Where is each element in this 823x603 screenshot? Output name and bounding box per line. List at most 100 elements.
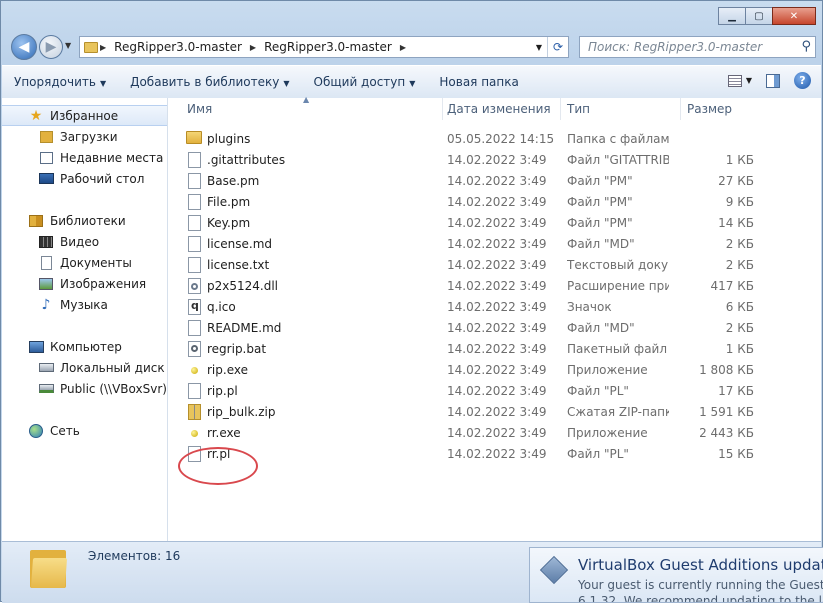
ico-file-icon xyxy=(188,299,201,315)
exe-file-icon xyxy=(188,362,201,378)
sidebar-item-documents[interactable]: Документы xyxy=(2,252,167,273)
address-dropdown-button[interactable]: ▼ xyxy=(530,37,548,57)
file-date: 14.02.2022 3:49 xyxy=(447,152,547,167)
address-bar[interactable]: ▶ RegRipper3.0-master ▶ RegRipper3.0-mas… xyxy=(79,36,569,58)
doc-file-icon xyxy=(188,152,201,168)
sidebar-item-label: Public (\\VBoxSvr) (Z:) xyxy=(60,381,167,396)
sidebar-item-desktop[interactable]: Рабочий стол xyxy=(2,168,167,189)
preview-pane-icon[interactable] xyxy=(766,73,780,88)
file-name: rr.pl xyxy=(207,446,231,461)
share-label: Общий доступ xyxy=(313,75,406,89)
search-input[interactable]: Поиск: RegRipper3.0-master ⚲ xyxy=(579,36,816,58)
add-to-library-label: Добавить в библиотеку xyxy=(130,75,280,89)
minimize-button[interactable]: ▁ xyxy=(718,7,746,25)
breadcrumb-segment[interactable]: RegRipper3.0-master xyxy=(258,40,398,54)
share-menu[interactable]: Общий доступ ▼ xyxy=(302,75,428,89)
file-type: Файл "MD" xyxy=(567,320,635,335)
file-type: Файл "PM" xyxy=(567,215,633,230)
organize-menu[interactable]: Упорядочить ▼ xyxy=(2,75,118,89)
close-button[interactable]: ✕ xyxy=(772,7,816,25)
table-row[interactable]: rip.exe 14.02.2022 3:49 Приложение 1 808 КБ xyxy=(173,359,793,380)
table-row[interactable]: Key.pm 14.02.2022 3:49 Файл "PM" 14 КБ xyxy=(173,212,793,233)
column-header-name[interactable]: Имя xyxy=(181,98,443,120)
file-name: p2x5124.dll xyxy=(207,278,278,293)
recent-pages-dropdown[interactable]: ▼ xyxy=(65,41,71,50)
file-size: 2 443 КБ xyxy=(699,425,754,440)
help-icon[interactable]: ? xyxy=(794,72,811,89)
sidebar-item-downloads[interactable]: Загрузки xyxy=(2,126,167,147)
file-size: 14 КБ xyxy=(718,215,754,230)
explorer-window: ▁ ▢ ✕ ◀ ▶ ▼ ▶ RegRipper3.0-master ▶ RegR… xyxy=(0,0,823,603)
sidebar-item-music[interactable]: ♪ Музыка xyxy=(2,294,167,315)
sidebar-item-label: Сеть xyxy=(50,423,80,438)
sidebar-item-label: Изображения xyxy=(60,276,147,291)
chevron-right-icon[interactable]: ▶ xyxy=(98,43,108,52)
file-date: 14.02.2022 3:49 xyxy=(447,236,547,251)
doc-file-icon xyxy=(188,383,201,399)
column-header-type[interactable]: Тип xyxy=(561,98,681,120)
file-name: license.md xyxy=(207,236,273,251)
table-row[interactable]: .gitattributes 14.02.2022 3:49 Файл "GITAT… xyxy=(173,149,793,170)
table-row[interactable]: rip_bulk.zip 14.02.2022 3:49 Сжатая ZIP-па… xyxy=(173,401,793,422)
file-name: File.pm xyxy=(207,194,251,209)
forward-button[interactable]: ▶ xyxy=(39,35,63,59)
sidebar-item-video[interactable]: Видео xyxy=(2,231,167,252)
sidebar-item-label: Избранное xyxy=(50,108,119,123)
sidebar-item-favorites[interactable]: ★ Избранное xyxy=(2,105,167,126)
file-name: README.md xyxy=(207,320,282,335)
file-name: license.txt xyxy=(207,257,270,272)
sidebar-item-label: Библиотеки xyxy=(50,213,126,228)
breadcrumb-segment[interactable]: RegRipper3.0-master xyxy=(108,40,248,54)
file-type: Файл "PL" xyxy=(567,446,629,461)
folder-icon xyxy=(30,548,68,588)
table-row[interactable]: README.md 14.02.2022 3:49 Файл "MD" 2 КБ xyxy=(173,317,793,338)
table-row[interactable]: Base.pm 14.02.2022 3:49 Файл "PM" 27 КБ xyxy=(173,170,793,191)
chevron-down-icon: ▼ xyxy=(745,76,752,85)
sidebar-item-computer[interactable]: Компьютер xyxy=(2,336,167,357)
view-options-button[interactable]: ▼ xyxy=(727,74,752,87)
file-type: Файл "MD" xyxy=(567,236,635,251)
back-button[interactable]: ◀ xyxy=(11,34,37,60)
file-type: Расширение при... xyxy=(567,278,669,293)
table-row[interactable]: regrip.bat 14.02.2022 3:49 Пакетный файл .… xyxy=(173,338,793,359)
folder-icon xyxy=(84,41,98,53)
file-date: 14.02.2022 3:49 xyxy=(447,257,547,272)
table-row[interactable]: license.txt 14.02.2022 3:49 Текстовый доку… xyxy=(173,254,793,275)
sidebar-item-libraries[interactable]: Библиотеки xyxy=(2,210,167,231)
table-row[interactable]: p2x5124.dll 14.02.2022 3:49 Расширение при… xyxy=(173,275,793,296)
file-name: rr.exe xyxy=(207,425,241,440)
chevron-right-icon[interactable]: ▶ xyxy=(248,43,258,52)
table-row[interactable]: rr.exe 14.02.2022 3:49 Приложение 2 443 КБ xyxy=(173,422,793,443)
new-folder-button[interactable]: Новая папка xyxy=(427,75,530,89)
sidebar-item-pictures[interactable]: Изображения xyxy=(2,273,167,294)
table-row[interactable]: rip.pl 14.02.2022 3:49 Файл "PL" 17 КБ xyxy=(173,380,793,401)
back-arrow-icon: ◀ xyxy=(18,39,30,55)
search-icon[interactable]: ⚲ xyxy=(801,39,811,54)
sidebar-item-local-disk[interactable]: Локальный диск (C:) xyxy=(2,357,167,378)
column-header-size[interactable]: Размер xyxy=(681,98,791,120)
file-name: plugins xyxy=(207,131,251,146)
doc-file-icon xyxy=(188,215,201,231)
folder-file-icon xyxy=(186,131,202,144)
column-header-date[interactable]: Дата изменения xyxy=(441,98,561,120)
chevron-right-icon[interactable]: ▶ xyxy=(398,43,408,52)
file-type: Приложение xyxy=(567,362,648,377)
table-row[interactable]: license.md 14.02.2022 3:49 Файл "MD" 2 КБ xyxy=(173,233,793,254)
sidebar-item-network-drive[interactable]: Public (\\VBoxSvr) (Z:) xyxy=(2,378,167,399)
add-to-library-menu[interactable]: Добавить в библиотеку ▼ xyxy=(118,75,301,89)
table-row[interactable]: q.ico 14.02.2022 3:49 Значок 6 КБ xyxy=(173,296,793,317)
sidebar-item-network[interactable]: Сеть xyxy=(2,420,167,441)
table-row[interactable]: rr.pl 14.02.2022 3:49 Файл "PL" 15 КБ xyxy=(173,443,793,464)
file-type: Сжатая ZIP-папка xyxy=(567,404,669,419)
table-row[interactable]: File.pm 14.02.2022 3:49 Файл "PM" 9 КБ xyxy=(173,191,793,212)
table-row[interactable]: plugins 05.05.2022 14:15 Папка с файлами xyxy=(173,128,793,149)
refresh-icon[interactable]: ⟳ xyxy=(547,37,568,57)
video-icon xyxy=(38,234,54,250)
file-type: Приложение xyxy=(567,425,648,440)
notification-balloon[interactable]: VirtualBox Guest Additions update availa… xyxy=(529,547,823,603)
file-date: 14.02.2022 3:49 xyxy=(447,383,547,398)
file-name: rip.pl xyxy=(207,383,238,398)
maximize-button[interactable]: ▢ xyxy=(745,7,773,25)
sidebar-item-recent-places[interactable]: Недавние места xyxy=(2,147,167,168)
file-name: rip_bulk.zip xyxy=(207,404,276,419)
